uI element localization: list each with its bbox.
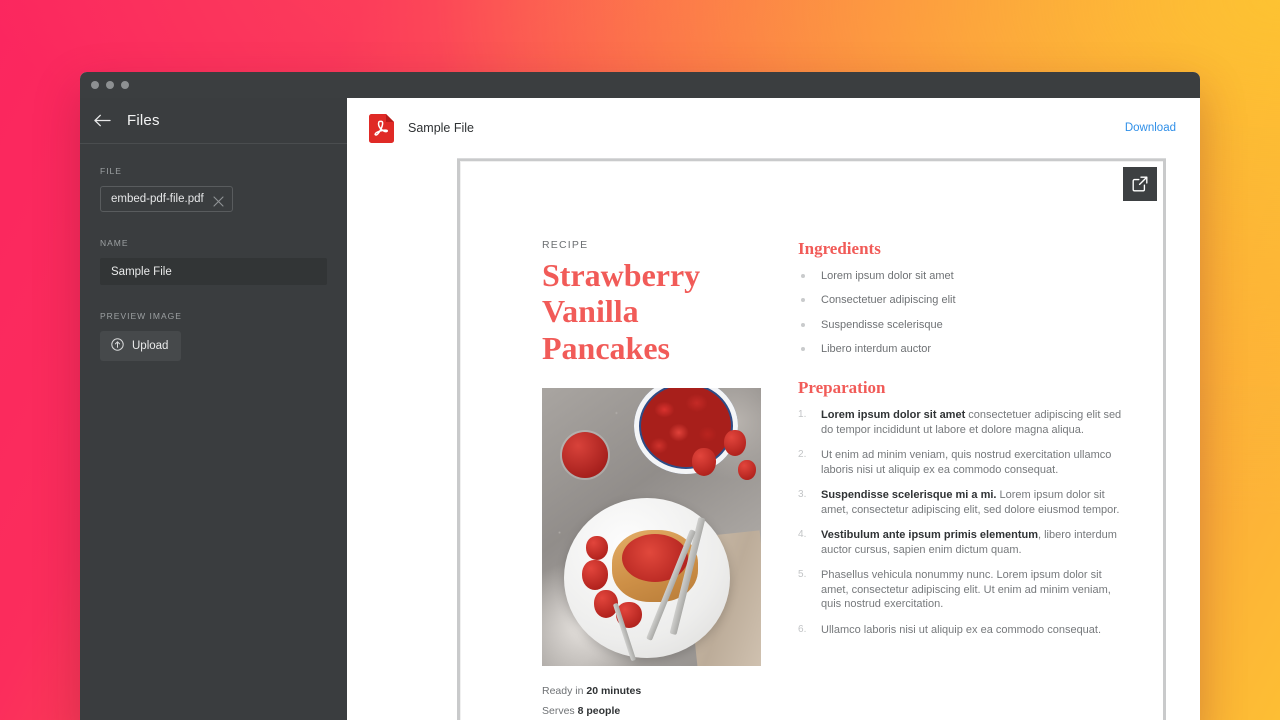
preview-image-field-group: PREVIEW IMAGE Upload: [100, 311, 327, 361]
pdf-viewer-frame: RECIPE Strawberry Vanilla Pancakes Ready…: [457, 158, 1166, 720]
open-in-new-icon[interactable]: [1123, 167, 1157, 201]
pdf-icon: [369, 113, 394, 143]
window-close-button[interactable]: [91, 81, 99, 89]
list-item: Suspendisse scelerisque mi a mi. Lorem i…: [798, 488, 1129, 517]
recipe-right-column: Ingredients Lorem ipsum dolor sit amet C…: [798, 239, 1129, 720]
file-field-label: FILE: [100, 166, 122, 176]
preparation-section: Preparation Lorem ipsum dolor sit amet c…: [798, 378, 1129, 637]
photo-plate: [564, 498, 730, 662]
viewer-file-name: Sample File: [408, 121, 474, 135]
upload-button-label: Upload: [132, 340, 169, 352]
serves-label: Serves: [542, 704, 578, 717]
ingredients-list: Lorem ipsum dolor sit amet Consectetuer …: [798, 269, 1129, 356]
step-bold: Suspendisse scelerisque mi a mi.: [821, 489, 997, 502]
list-item: Suspendisse scelerisque: [798, 318, 1129, 332]
list-item: Ut enim ad minim veniam, quis nostrud ex…: [798, 448, 1129, 477]
window-zoom-button[interactable]: [121, 81, 129, 89]
photo-berry: [586, 536, 608, 561]
file-chip[interactable]: embed-pdf-file.pdf: [100, 186, 233, 212]
upload-button[interactable]: Upload: [100, 331, 182, 361]
pdf-page: RECIPE Strawberry Vanilla Pancakes Ready…: [460, 161, 1163, 720]
close-icon[interactable]: [213, 194, 224, 207]
name-field-label: NAME: [100, 238, 129, 248]
sidebar: Files FILE embed-pdf-file.pdf NAME Sampl…: [80, 98, 347, 720]
recipe-title: Strawberry Vanilla Pancakes: [542, 257, 701, 366]
app-window: Files FILE embed-pdf-file.pdf NAME Sampl…: [80, 72, 1200, 720]
sidebar-content: FILE embed-pdf-file.pdf NAME Sample File…: [80, 144, 347, 387]
preview-image-label: PREVIEW IMAGE: [100, 311, 182, 321]
list-item: Libero interdum auctor: [798, 342, 1129, 356]
name-input[interactable]: [100, 258, 327, 285]
strawberry-pancakes-photo: [542, 388, 761, 667]
list-item: Lorem ipsum dolor sit amet: [798, 269, 1129, 283]
file-field-group: FILE embed-pdf-file.pdf: [100, 166, 327, 212]
photo-berry: [582, 560, 608, 591]
ready-in-value: 20 minutes: [586, 685, 642, 698]
main-panel: Sample File Download RECIPE Strawberry V…: [347, 98, 1200, 720]
photo-bowl-berries: [641, 388, 731, 468]
list-item: Lorem ipsum dolor sit amet consectetuer …: [798, 408, 1129, 437]
arrow-left-icon[interactable]: [94, 112, 111, 129]
list-item: Phasellus vehicula nonummy nunc. Lorem i…: [798, 568, 1129, 612]
window-minimize-button[interactable]: [106, 81, 114, 89]
recipe-left-column: RECIPE Strawberry Vanilla Pancakes Ready…: [542, 239, 762, 720]
upload-circle-icon: [111, 338, 124, 354]
step-bold: Lorem ipsum dolor sit amet: [821, 409, 966, 422]
page-title: Files: [127, 112, 160, 129]
serves-row: Serves 8 people: [542, 702, 762, 720]
download-link[interactable]: Download: [1125, 122, 1176, 134]
recipe-meta: Ready in 20 minutes Serves 8 people: [542, 682, 762, 720]
ingredients-heading: Ingredients: [798, 239, 881, 258]
step-bold: Vestibulum ante ipsum primis elementum: [821, 529, 1038, 542]
ready-in-label: Ready in: [542, 685, 587, 698]
name-field-group: NAME: [100, 238, 327, 285]
step-text: Ut enim ad minim veniam, quis nostrud ex…: [821, 449, 1112, 476]
list-item: Consectetuer adipiscing elit: [798, 293, 1129, 307]
step-text: Phasellus vehicula nonummy nunc. Lorem i…: [821, 569, 1111, 611]
recipe-eyebrow: RECIPE: [542, 239, 589, 251]
step-text: Ullamco laboris nisi ut aliquip ex ea co…: [821, 623, 1102, 636]
preparation-heading: Preparation: [798, 378, 886, 398]
list-item: Vestibulum ante ipsum primis elementum, …: [798, 528, 1129, 557]
serves-value: 8 people: [577, 704, 621, 717]
viewer-header: Sample File Download: [347, 98, 1200, 158]
window-titlebar: [80, 72, 1200, 98]
preparation-list: Lorem ipsum dolor sit amet consectetuer …: [798, 408, 1129, 637]
file-chip-label: embed-pdf-file.pdf: [111, 193, 204, 205]
ready-in-row: Ready in 20 minutes: [542, 682, 762, 701]
recipe-document: RECIPE Strawberry Vanilla Pancakes Ready…: [542, 239, 1129, 720]
list-item: Ullamco laboris nisi ut aliquip ex ea co…: [798, 623, 1129, 638]
sidebar-header: Files: [80, 98, 347, 144]
